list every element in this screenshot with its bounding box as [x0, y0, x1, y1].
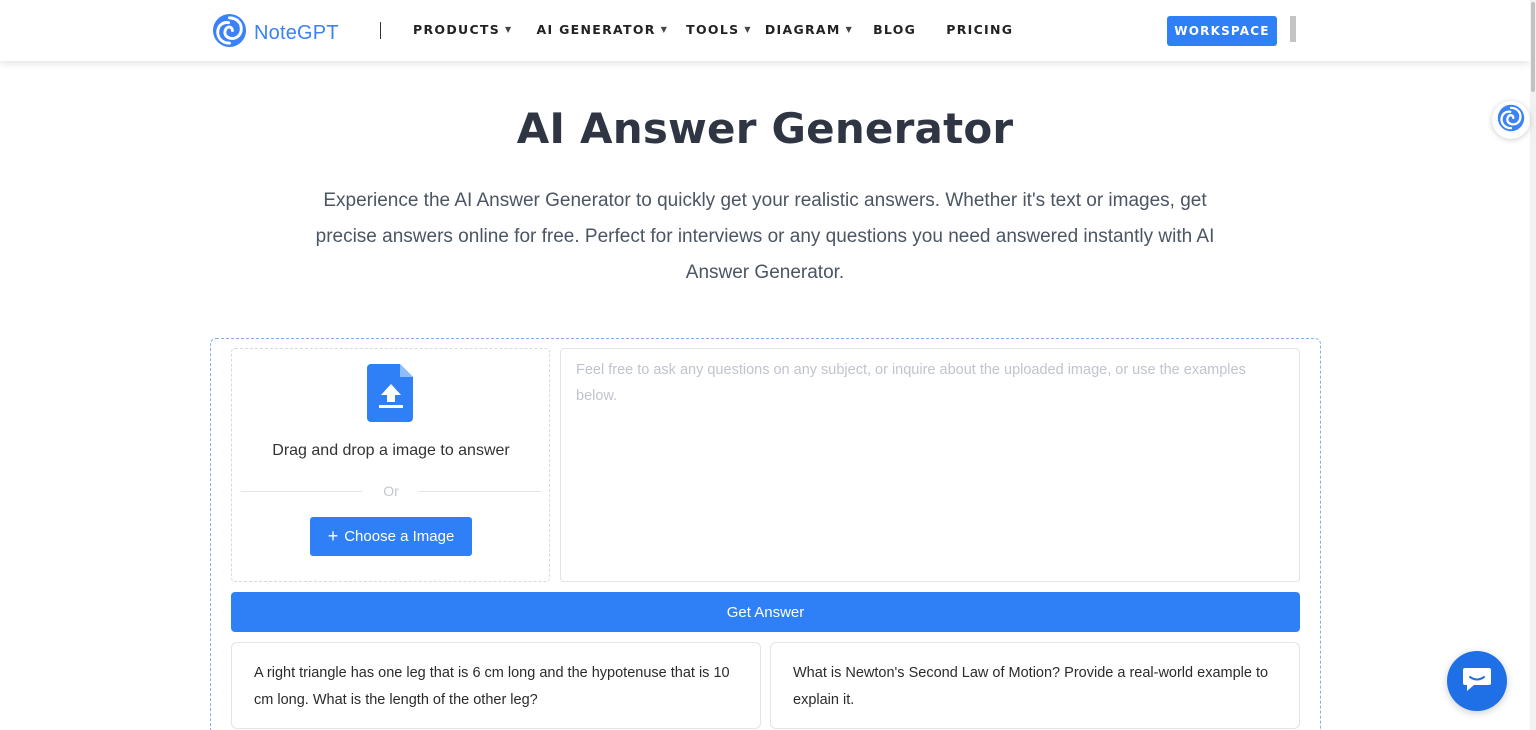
example-question-card[interactable]: What is Newton's Second Law of Motion? P…: [770, 642, 1300, 729]
drag-drop-text: Drag and drop a image to answer: [272, 442, 510, 459]
page-title: AI Answer Generator: [516, 104, 1014, 153]
caret-down-icon: ▼: [744, 25, 752, 34]
nav-blog[interactable]: BLOG: [873, 22, 916, 37]
divider-line: [241, 491, 362, 492]
divider-line: [418, 491, 541, 492]
caret-down-icon: ▼: [845, 25, 854, 34]
nav-tools[interactable]: TOOLS ▼: [686, 22, 752, 37]
caret-down-icon: ▼: [660, 25, 669, 34]
caret-down-icon: ▼: [505, 25, 513, 34]
chat-icon: [1462, 666, 1492, 697]
workspace-button[interactable]: WORKSPACE: [1167, 16, 1277, 46]
nav-diagram[interactable]: DIAGRAM ▼: [765, 22, 853, 37]
logo[interactable]: NoteGPT: [212, 13, 339, 53]
page-subtitle: Experience the AI Answer Generator to qu…: [315, 190, 1215, 283]
main-nav: PRODUCTS ▼ AI GENERATOR ▼ TOOLS ▼ DIAGRAM ▼ …: [413, 22, 1013, 37]
example-question-card[interactable]: A right triangle has one leg that is 6 c…: [231, 642, 761, 729]
question-input[interactable]: [560, 348, 1300, 582]
plus-icon: +: [327, 526, 339, 546]
scrollbar-track[interactable]: [1530, 0, 1536, 730]
upload-file-icon: [367, 364, 415, 427]
header-handle: [1290, 16, 1296, 42]
scrollbar-thumb[interactable]: [1531, 2, 1535, 92]
nav-ai-generator[interactable]: AI GENERATOR ▼: [537, 22, 669, 37]
nav-pricing[interactable]: PRICING: [946, 22, 1013, 37]
logo-text: NoteGPT: [254, 21, 339, 44]
get-answer-button[interactable]: Get Answer: [231, 592, 1300, 632]
nav-products[interactable]: PRODUCTS ▼: [413, 22, 513, 37]
top-nav-bar: NoteGPT PRODUCTS ▼ AI GENERATOR ▼ TOOLS ▼ D…: [0, 0, 1530, 61]
or-label: Or: [383, 483, 399, 499]
choose-image-button[interactable]: + Choose a Image: [310, 517, 472, 556]
header-divider: [380, 22, 381, 39]
chat-button[interactable]: [1447, 651, 1507, 711]
logo-icon: [212, 13, 247, 53]
